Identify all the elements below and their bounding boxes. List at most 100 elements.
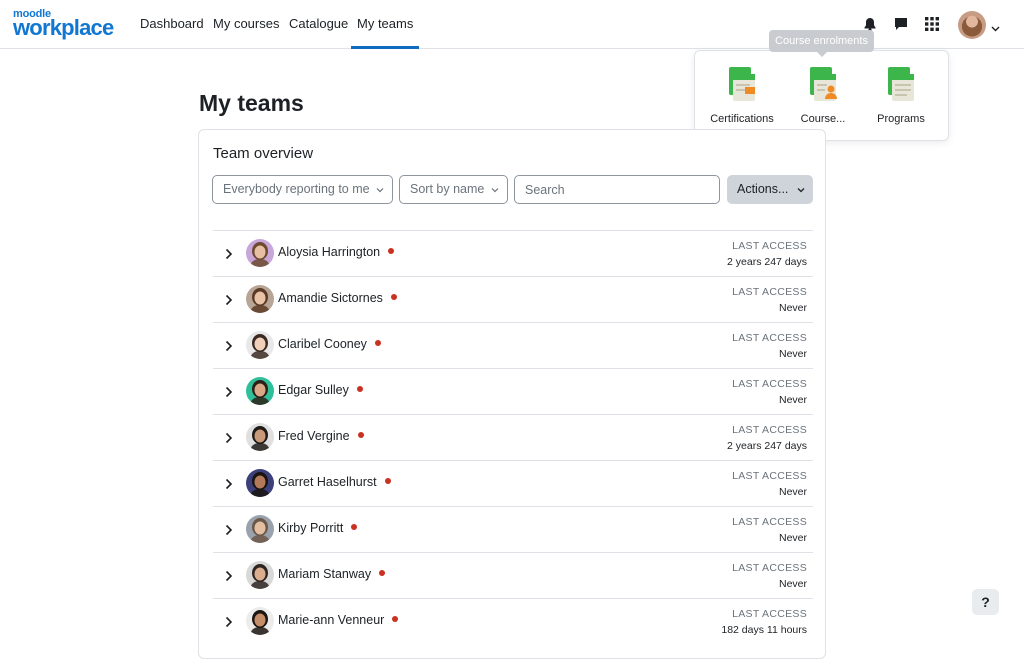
member-name-text[interactable]: Garret Haselhurst (278, 475, 377, 489)
member-name[interactable]: Garret Haselhurst (278, 475, 391, 489)
app-launcher-popover: Certifications Course... Programs (694, 50, 949, 141)
last-access-value: Never (778, 348, 807, 360)
team-member-row[interactable]: Mariam Stanway LAST ACCESS Never (213, 552, 813, 598)
nav-catalogue[interactable]: Catalogue (289, 0, 348, 48)
message-icon[interactable] (892, 15, 910, 33)
chevron-right-icon[interactable] (225, 477, 233, 495)
status-dot (388, 248, 395, 254)
status-dot (384, 478, 391, 484)
launcher-app-certifications[interactable]: Certifications (702, 65, 782, 125)
last-access-value: Never (778, 302, 807, 314)
launcher-app-label: Programs (877, 113, 925, 125)
status-dot (357, 432, 364, 438)
course-enrolment-doc-icon (810, 67, 837, 101)
launcher-app-course-enrolments[interactable]: Course... (783, 65, 863, 125)
member-name-text[interactable]: Fred Vergine (278, 429, 350, 443)
last-access-label: LAST ACCESS (732, 240, 807, 252)
member-avatar (246, 239, 274, 267)
last-access-label: LAST ACCESS (732, 332, 807, 344)
last-access-label: LAST ACCESS (732, 608, 807, 620)
member-avatar (246, 331, 274, 359)
last-access-label: LAST ACCESS (732, 378, 807, 390)
certificate-doc-icon (729, 67, 755, 101)
team-member-row[interactable]: Claribel Cooney LAST ACCESS Never (213, 322, 813, 368)
member-name[interactable]: Kirby Porritt (278, 521, 358, 535)
last-access-label: LAST ACCESS (732, 516, 807, 528)
status-dot (356, 386, 363, 392)
member-avatar (246, 423, 274, 451)
member-avatar (246, 285, 274, 313)
nav-my-courses[interactable]: My courses (213, 0, 279, 48)
chevron-down-icon (491, 176, 499, 203)
status-dot (390, 294, 397, 300)
member-avatar (246, 607, 274, 635)
reporting-filter-value: Everybody reporting to me (223, 182, 370, 196)
chevron-right-icon[interactable] (225, 431, 233, 449)
actions-button[interactable]: Actions... (727, 175, 813, 204)
member-name-text[interactable]: Edgar Sulley (278, 383, 349, 397)
team-overview-card: Team overview Everybody reporting to me … (198, 129, 826, 659)
last-access-value: Never (778, 394, 807, 406)
last-access-label: LAST ACCESS (732, 286, 807, 298)
member-name[interactable]: Fred Vergine (278, 429, 364, 443)
nav-my-teams[interactable]: My teams (350, 0, 420, 49)
last-access-value: Never (778, 486, 807, 498)
member-name[interactable]: Aloysia Harrington (278, 245, 395, 259)
member-name[interactable]: Amandie Sictornes (278, 291, 397, 305)
last-access-value: Never (778, 532, 807, 544)
chevron-down-icon (797, 175, 805, 204)
launcher-app-programs[interactable]: Programs (861, 65, 941, 125)
app-grid-icon[interactable] (923, 15, 941, 33)
search-input[interactable] (514, 175, 720, 204)
logo-big-text: workplace (13, 15, 114, 40)
status-dot (351, 524, 358, 530)
member-name[interactable]: Edgar Sulley (278, 383, 363, 397)
chevron-right-icon[interactable] (225, 385, 233, 403)
launcher-app-label: Course... (800, 113, 846, 125)
sort-select[interactable]: Sort by name (399, 175, 508, 204)
member-name-text[interactable]: Aloysia Harrington (278, 245, 380, 259)
moodle-workplace-logo[interactable]: moodle workplace (13, 9, 114, 40)
last-access-value: 2 years 247 days (727, 440, 807, 452)
team-member-row[interactable]: Kirby Porritt LAST ACCESS Never (213, 506, 813, 552)
chevron-right-icon[interactable] (225, 523, 233, 541)
nav-dashboard[interactable]: Dashboard (140, 0, 204, 48)
chevron-right-icon[interactable] (225, 339, 233, 357)
team-member-row[interactable]: Garret Haselhurst LAST ACCESS Never (213, 460, 813, 506)
member-name[interactable]: Mariam Stanway (278, 567, 386, 581)
team-member-row[interactable]: Aloysia Harrington LAST ACCESS 2 years 247… (213, 230, 813, 276)
team-member-row[interactable]: Edgar Sulley LAST ACCESS Never (213, 368, 813, 414)
chevron-right-icon[interactable] (225, 569, 233, 587)
sort-value: Sort by name (410, 182, 485, 196)
user-avatar[interactable] (958, 11, 986, 39)
team-member-row[interactable]: Amandie Sictornes LAST ACCESS Never (213, 276, 813, 322)
member-avatar (246, 377, 274, 405)
last-access-value: Never (778, 578, 807, 590)
status-dot (379, 570, 386, 576)
chevron-down-icon[interactable] (991, 19, 1000, 37)
member-name-text[interactable]: Marie-ann Venneur (278, 613, 384, 627)
help-button[interactable]: ? (972, 589, 999, 615)
chevron-down-icon (376, 176, 384, 203)
member-name[interactable]: Marie-ann Venneur (278, 613, 399, 627)
member-name-text[interactable]: Amandie Sictornes (278, 291, 383, 305)
chevron-right-icon[interactable] (225, 247, 233, 265)
last-access-label: LAST ACCESS (732, 424, 807, 436)
card-title: Team overview (213, 145, 314, 162)
member-name[interactable]: Claribel Cooney (278, 337, 381, 351)
member-name-text[interactable]: Mariam Stanway (278, 567, 371, 581)
launcher-app-label: Certifications (710, 113, 774, 125)
team-member-row[interactable]: Fred Vergine LAST ACCESS 2 years 247 days (213, 414, 813, 460)
member-name-text[interactable]: Claribel Cooney (278, 337, 367, 351)
status-dot (374, 340, 381, 346)
chevron-right-icon[interactable] (225, 615, 233, 633)
member-avatar (246, 515, 274, 543)
last-access-label: LAST ACCESS (732, 562, 807, 574)
team-member-row[interactable]: Marie-ann Venneur LAST ACCESS 182 days 11 … (213, 598, 813, 644)
status-dot (392, 616, 399, 622)
member-avatar (246, 469, 274, 497)
tooltip: Course enrolments (769, 30, 874, 57)
chevron-right-icon[interactable] (225, 293, 233, 311)
reporting-filter-select[interactable]: Everybody reporting to me (212, 175, 393, 204)
member-name-text[interactable]: Kirby Porritt (278, 521, 343, 535)
